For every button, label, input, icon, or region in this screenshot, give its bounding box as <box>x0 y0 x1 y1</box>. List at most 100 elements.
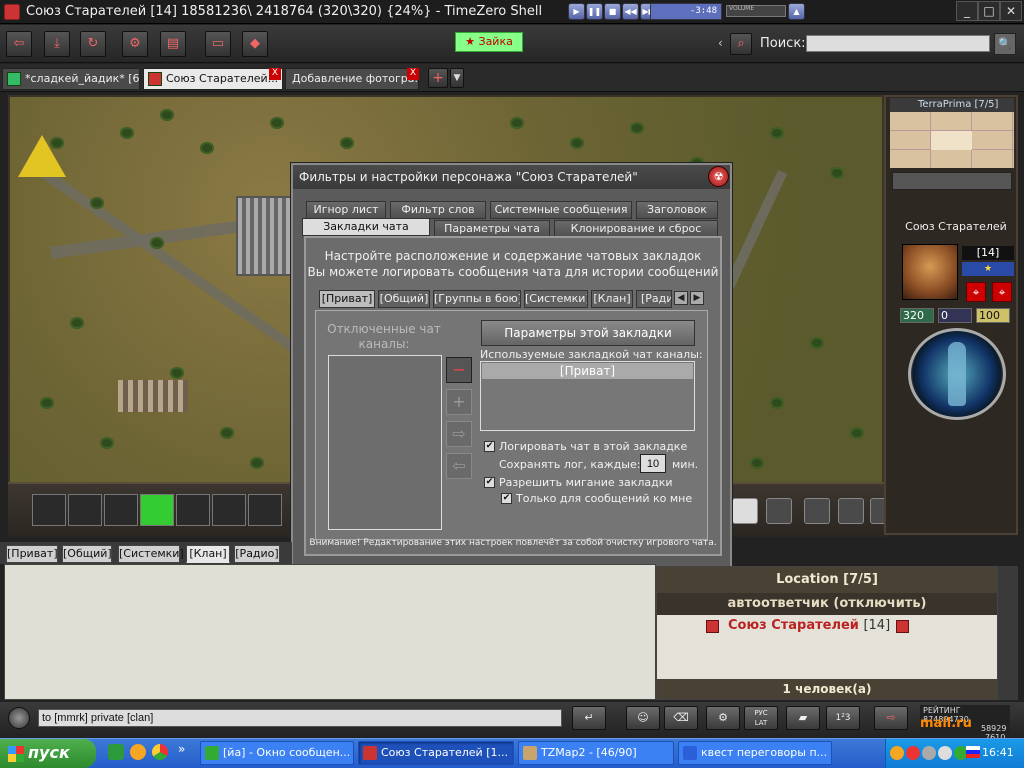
chat-input[interactable] <box>38 709 562 727</box>
book-icon[interactable]: ▤ <box>160 31 186 57</box>
inner-tab-private[interactable]: [Приват] <box>319 290 375 308</box>
only-me-checkbox[interactable]: ✔ <box>501 493 512 504</box>
minimize-button[interactable]: _ <box>956 1 978 21</box>
auto-icon[interactable]: ⚙ <box>122 31 148 57</box>
building-ruin[interactable] <box>236 196 296 276</box>
minimap-controls[interactable] <box>892 172 1012 190</box>
friend-button[interactable]: ★ Зайка <box>455 32 523 52</box>
window-icon[interactable]: ▭ <box>205 31 231 57</box>
backpack-icon[interactable] <box>804 498 830 524</box>
pause-icon[interactable]: ❚❚ <box>586 3 603 20</box>
log-chat-checkbox[interactable]: ✔ <box>484 441 495 452</box>
chat-tab-clan[interactable]: [Клан] <box>186 545 230 563</box>
tab-word-filter[interactable]: Фильтр слов <box>390 201 486 219</box>
building-ruin[interactable] <box>118 380 188 412</box>
close-tab-icon[interactable]: X <box>407 68 419 80</box>
search-input[interactable] <box>806 35 990 52</box>
scrollbar[interactable] <box>998 566 1018 700</box>
close-button[interactable]: ✕ <box>1000 1 1022 21</box>
hatch-icon[interactable]: ▰ <box>786 706 820 730</box>
language-flag-icon[interactable] <box>966 746 980 758</box>
hand-icon[interactable] <box>766 498 792 524</box>
task-message-window[interactable]: [йа] - Окно сообщен... <box>200 741 354 765</box>
send-icon[interactable]: ↵ <box>572 706 606 730</box>
move-right-icon[interactable]: ⇨ <box>446 421 472 447</box>
chat-messages[interactable] <box>4 564 656 700</box>
inventory-slot[interactable] <box>212 494 246 526</box>
move-left-icon[interactable]: ⇦ <box>446 453 472 479</box>
info-icon[interactable] <box>896 620 909 633</box>
settings-gear-icon[interactable]: ⚙ <box>706 706 740 730</box>
tab-dropdown-icon[interactable]: ▼ <box>450 68 464 88</box>
chat-tab-general[interactable]: [Общий] <box>62 545 112 563</box>
task-tzmap[interactable]: TZMap2 - [46/90] <box>518 741 674 765</box>
eraser-icon[interactable]: ⌫ <box>664 706 698 730</box>
inner-tab-system[interactable]: [Системки] <box>524 290 588 308</box>
scroll-left-icon[interactable]: ◀ <box>674 291 688 305</box>
tab-clan[interactable]: Союз Старателей... <box>143 68 283 90</box>
numbers-icon[interactable]: 1²3 <box>826 706 860 730</box>
task-timezero[interactable]: Союз Старателей [1... <box>358 741 514 765</box>
translit-button[interactable]: РУС LAT <box>744 706 778 730</box>
tab-header[interactable]: Заголовок <box>636 201 718 219</box>
chat-tab-radio[interactable]: [Радио] <box>234 545 280 563</box>
eject-icon[interactable]: ▲ <box>788 3 805 20</box>
maximize-button[interactable]: □ <box>978 1 1000 21</box>
tray-icon[interactable] <box>906 746 920 760</box>
inner-tab-radio[interactable]: [Радио <box>636 290 672 308</box>
tab-add-photo[interactable]: Добавление фотогра... <box>285 68 419 90</box>
autoresponder-link[interactable]: автоответчик (отключить) <box>657 593 997 615</box>
tray-icon[interactable] <box>890 746 904 760</box>
volume-icon[interactable] <box>938 746 952 760</box>
target-icon[interactable]: ⌖ <box>992 282 1012 302</box>
disabled-channels-list[interactable] <box>328 355 442 530</box>
tab-chat-bookmarks[interactable]: Закладки чата <box>302 218 430 236</box>
inventory-slot[interactable] <box>176 494 210 526</box>
tray-icon[interactable] <box>922 746 936 760</box>
tab-system-messages[interactable]: Системные сообщения <box>490 201 632 219</box>
inventory-slot[interactable] <box>140 494 174 526</box>
download-icon[interactable]: ⤓ <box>44 31 70 57</box>
inventory-slot[interactable] <box>68 494 102 526</box>
play-icon[interactable]: ▶ <box>568 3 585 20</box>
task-word[interactable]: квест переговоры п... <box>678 741 832 765</box>
close-tab-icon[interactable]: X <box>269 68 281 80</box>
chevron-left-icon[interactable]: ‹ <box>718 36 723 50</box>
chrome-icon[interactable] <box>152 744 168 760</box>
inventory-slot[interactable] <box>248 494 282 526</box>
target-icon[interactable]: ⌖ <box>966 282 986 302</box>
volume-slider[interactable]: VOLUME <box>726 5 786 17</box>
location-member[interactable]: Союз Старателей [14] <box>728 618 890 633</box>
run-icon[interactable] <box>732 498 758 524</box>
tab-chat-private[interactable]: *сладкей_йадик* [6] <box>2 68 140 90</box>
save-log-interval-input[interactable] <box>640 454 666 473</box>
inventory-slot[interactable] <box>104 494 138 526</box>
dialog-close-icon[interactable]: ☢ <box>708 166 729 187</box>
chat-tab-private[interactable]: [Приват] <box>6 545 58 563</box>
prev-icon[interactable]: ◀◀ <box>622 3 639 20</box>
bag-icon[interactable] <box>838 498 864 524</box>
remove-channel-icon[interactable]: − <box>446 357 472 383</box>
new-tab-icon[interactable]: + <box>428 68 448 88</box>
cube-icon[interactable]: ◆ <box>242 31 268 57</box>
inner-tab-general[interactable]: [Общий] <box>378 290 430 308</box>
search-icon[interactable]: 🔍 <box>994 33 1016 55</box>
avatar[interactable] <box>902 244 958 300</box>
scroll-right-icon[interactable]: ▶ <box>690 291 704 305</box>
browser-icon[interactable] <box>130 744 146 760</box>
find-icon[interactable]: ⌕ <box>730 33 752 55</box>
add-channel-icon[interactable]: + <box>446 389 472 415</box>
blink-checkbox[interactable]: ✔ <box>484 477 495 488</box>
quicklaunch-icon[interactable] <box>108 744 124 760</box>
stop-icon[interactable]: ■ <box>604 3 621 20</box>
list-item[interactable]: [Приват] <box>482 363 693 379</box>
refresh-icon[interactable]: ↻ <box>80 31 106 57</box>
chat-tab-system[interactable]: [Системки] <box>118 545 184 563</box>
exit-icon[interactable]: ⇨ <box>874 706 908 730</box>
bookmark-params-button[interactable]: Параметры этой закладки <box>481 320 695 346</box>
back-icon[interactable]: ⇦ <box>6 31 32 57</box>
record-icon[interactable] <box>8 707 30 729</box>
chevron-right-icon[interactable]: » <box>178 742 185 756</box>
inner-tab-clan[interactable]: [Клан] <box>591 290 633 308</box>
tab-ignore-list[interactable]: Игнор лист <box>306 201 386 219</box>
